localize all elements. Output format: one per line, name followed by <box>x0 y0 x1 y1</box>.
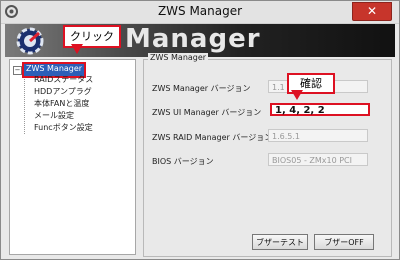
version-info-group: ZWS Manager ZWS Manager バージョン 1.1 ZWS UI… <box>143 53 392 257</box>
group-title: ZWS Manager <box>148 53 209 62</box>
confirm-callout-pointer <box>291 90 303 100</box>
tree-root-label: ZWS Manager <box>26 64 83 73</box>
tree-item-fan-temperature[interactable]: 本体FANと温度 <box>34 98 89 109</box>
bios-version-value: BIOS05 - ZMx10 PCI <box>268 153 368 166</box>
manager-version-label: ZWS Manager バージョン <box>152 84 251 93</box>
gear-logo-icon <box>16 27 44 55</box>
close-button[interactable]: ✕ <box>352 2 392 21</box>
tree-connector <box>24 76 25 134</box>
ui-manager-version-value: 1, 4, 2, 2 <box>270 103 370 116</box>
buzzer-off-button[interactable]: ブザーOFF <box>314 234 374 250</box>
tree-item-hdd-unplug[interactable]: HDDアンプラグ <box>34 86 92 97</box>
click-callout-pointer <box>71 44 83 54</box>
banner-title: Manager <box>125 24 261 54</box>
app-window: ZWS Manager ✕ Manager クリック − ZWS Manager… <box>0 0 400 260</box>
title-bar: ZWS Manager ✕ <box>1 1 399 24</box>
tree-item-mail-settings[interactable]: メール設定 <box>34 110 74 121</box>
raid-manager-version-label: ZWS RAID Manager バージョン <box>152 133 273 142</box>
tree-item-func-button[interactable]: Funcボタン設定 <box>34 122 93 133</box>
ui-manager-version-label: ZWS UI Manager バージョン <box>152 108 262 117</box>
navigation-tree: − ZWS Manager RAIDステータス HDDアンプラグ 本体FANと温… <box>9 59 136 255</box>
raid-manager-version-value: 1.6.5.1 <box>268 129 368 142</box>
bios-version-label: BIOS バージョン <box>152 157 214 166</box>
buzzer-test-button[interactable]: ブザーテスト <box>252 234 308 250</box>
tree-item-raid-status[interactable]: RAIDステータス <box>34 74 93 85</box>
window-title: ZWS Manager <box>157 4 243 18</box>
collapse-icon[interactable]: − <box>13 66 22 75</box>
